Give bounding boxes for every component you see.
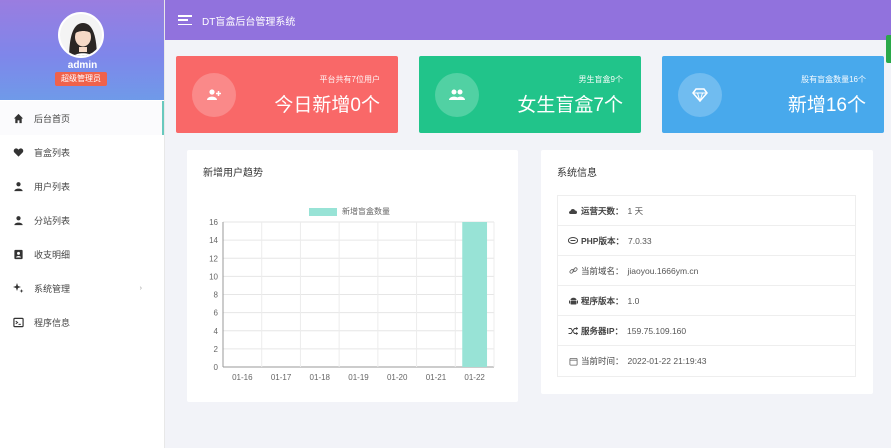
- sidebar-menu: 后台首页 盲盒列表 用户列表 分站列表 收支明细 系统管理 › 程序信息: [0, 101, 164, 339]
- stat-value: 今日新增0个: [274, 95, 380, 116]
- panel-title: 系统信息: [557, 168, 597, 179]
- info-value: 159.75.109.160: [627, 325, 687, 336]
- x-tick-label: 01-20: [387, 373, 408, 382]
- x-tick-label: 01-19: [348, 373, 369, 382]
- sidebar-item-finance[interactable]: 收支明细: [0, 237, 164, 271]
- y-tick-label: 4: [214, 327, 219, 336]
- sidebar-item-system-settings[interactable]: 系统管理 ›: [0, 271, 164, 305]
- role-badge: 超级管理员: [55, 72, 107, 86]
- user-add-icon: [192, 73, 236, 117]
- sidebar-item-label: 系统管理: [34, 283, 71, 294]
- x-tick-label: 01-17: [271, 373, 292, 382]
- y-tick-label: 14: [209, 236, 218, 245]
- info-value: jiaoyou.1666ym.cn: [627, 265, 699, 276]
- stat-card-new-users: 平台共有7位用户 今日新增0个: [176, 56, 398, 133]
- info-label: 服务器IP：: [581, 325, 624, 336]
- info-row-program-version: 程序版本： 1.0: [558, 286, 855, 316]
- sidebar-item-program-info[interactable]: 程序信息: [0, 305, 164, 339]
- user-icon: [12, 180, 24, 192]
- sidebar-item-substation-list[interactable]: 分站列表: [0, 203, 164, 237]
- chevron-right-icon: ›: [139, 284, 142, 292]
- x-tick-label: 01-22: [464, 373, 485, 382]
- sidebar-item-label: 盲盒列表: [34, 147, 71, 158]
- x-tick-label: 01-21: [426, 373, 447, 382]
- system-info-list: 运营天数： 1 天 PHP版本： 7.0.33 当前域名： jiaoyou.16…: [557, 195, 856, 377]
- stat-card-box-count: 股有盲盒数量16个 新增16个: [662, 56, 884, 133]
- info-row-server-ip: 服务器IP： 159.75.109.160: [558, 316, 855, 346]
- sidebar-item-label: 收支明细: [34, 249, 71, 260]
- shuffle-icon: [568, 326, 578, 336]
- y-tick-label: 2: [214, 345, 219, 354]
- y-tick-label: 8: [214, 291, 219, 300]
- sidebar-item-label: 后台首页: [34, 113, 71, 124]
- sidebar-item-label: 用户列表: [34, 181, 71, 192]
- avatar[interactable]: [58, 12, 104, 58]
- avatar-image: [60, 14, 102, 56]
- system-info-panel: 系统信息 运营天数： 1 天 PHP版本： 7.0.33 当前域名： jiaoy…: [541, 150, 873, 394]
- user-icon: [12, 214, 24, 226]
- home-icon: [12, 112, 24, 124]
- info-label: PHP版本：: [581, 235, 624, 246]
- side-tab-handle[interactable]: [886, 35, 891, 63]
- users-icon: [435, 73, 479, 117]
- trend-panel: 新增用户趋势 新增盲盒数量 0 2 4 6 8 10 12 14 16 01-16 01-17 01-…: [187, 150, 518, 402]
- y-tick-label: 16: [209, 218, 218, 227]
- contact-card-icon: [12, 248, 24, 260]
- stat-subtitle: 男生盲盒9个: [578, 75, 623, 84]
- info-label: 运营天数：: [581, 205, 624, 216]
- stat-card-female-boxes: 男生盲盒9个 女生盲盒7个: [419, 56, 641, 133]
- x-tick-label: 01-16: [232, 373, 253, 382]
- info-label: 程序版本：: [581, 295, 624, 306]
- diamond-icon: [678, 73, 722, 117]
- info-value: 2022-01-22 21:19:43: [627, 356, 707, 366]
- sidebar-item-label: 程序信息: [34, 317, 71, 328]
- app-title: DT盲盒后台管理系统: [202, 16, 296, 28]
- heart-icon: [12, 146, 24, 158]
- link-icon: [568, 266, 578, 276]
- trend-chart: 0 2 4 6 8 10 12 14 16 01-16 01-17 01-18 01-19 01-20 01…: [209, 218, 495, 382]
- magic-icon: [12, 282, 24, 294]
- terminal-icon: [12, 316, 24, 328]
- clock-icon: [568, 356, 578, 366]
- info-value: 7.0.33: [627, 235, 652, 246]
- stat-subtitle: 股有盲盒数量16个: [801, 75, 866, 84]
- username: admin: [67, 60, 98, 71]
- sidebar-item-blindbox-list[interactable]: 盲盒列表: [0, 135, 164, 169]
- sidebar: admin 超级管理员 后台首页 盲盒列表 用户列表 分站列表 收支明细 系统管…: [0, 0, 165, 448]
- top-bar: DT盲盒后台管理系统: [165, 0, 891, 40]
- y-tick-label: 0: [214, 363, 219, 372]
- bar: [462, 222, 488, 367]
- y-tick-label: 10: [209, 272, 218, 281]
- sidebar-item-home[interactable]: 后台首页: [0, 101, 164, 135]
- info-row-uptime: 运营天数： 1 天: [558, 196, 855, 226]
- sidebar-item-label: 分站列表: [34, 215, 71, 226]
- y-tick-label: 12: [209, 254, 218, 263]
- x-tick-label: 01-18: [310, 373, 331, 382]
- menu-toggle-icon[interactable]: [178, 15, 192, 25]
- info-label: 当前时间：: [581, 356, 624, 366]
- stat-value: 女生盲盒7个: [517, 95, 623, 116]
- y-tick-label: 6: [214, 309, 219, 318]
- stat-subtitle: 平台共有7位用户: [319, 75, 380, 84]
- info-value: 1 天: [627, 205, 644, 216]
- php-icon: [568, 236, 578, 246]
- stat-value: 新增16个: [787, 95, 866, 116]
- info-row-domain: 当前域名： jiaoyou.1666ym.cn: [558, 256, 855, 286]
- android-icon: [568, 296, 578, 306]
- info-row-current-time: 当前时间： 2022-01-22 21:19:43: [558, 346, 855, 376]
- info-value: 1.0: [627, 295, 640, 306]
- info-label: 当前域名：: [581, 265, 624, 276]
- cloud-icon: [568, 206, 578, 216]
- sidebar-item-user-list[interactable]: 用户列表: [0, 169, 164, 203]
- profile-panel: admin 超级管理员: [0, 0, 164, 100]
- info-row-php-version: PHP版本： 7.0.33: [558, 226, 855, 256]
